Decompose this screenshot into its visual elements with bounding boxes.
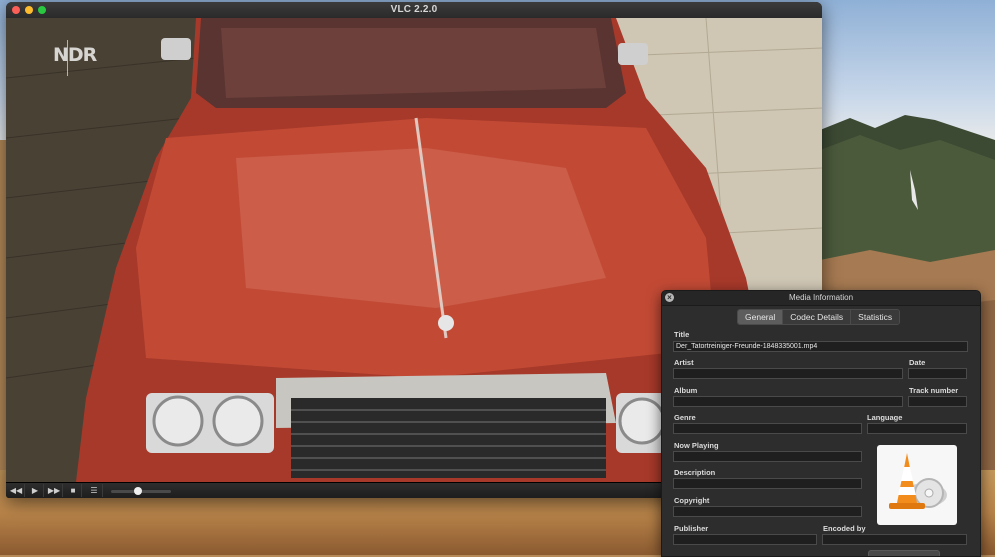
description-field[interactable]: [673, 478, 862, 489]
media-info-tabs: General Codec Details Statistics: [737, 309, 901, 325]
date-label: Date: [909, 358, 926, 367]
seek-knob[interactable]: [134, 487, 142, 495]
media-info-title: Media Information: [788, 293, 854, 302]
now-playing-label: Now Playing: [674, 441, 719, 450]
playlist-icon: ☰: [90, 486, 98, 495]
track-number-field[interactable]: [908, 396, 967, 407]
album-field[interactable]: [673, 396, 903, 407]
tab-codec-details[interactable]: Codec Details: [783, 310, 852, 324]
title-label: Title: [674, 330, 690, 339]
copyright-field[interactable]: [673, 506, 862, 517]
stop-button[interactable]: ■: [65, 484, 82, 497]
vlc-titlebar[interactable]: VLC 2.2.0: [6, 2, 822, 19]
vlc-cone-icon: [889, 453, 947, 509]
language-field[interactable]: [867, 423, 967, 434]
fast-forward-icon: ▶▶: [47, 486, 61, 495]
channel-logo-divider: [67, 40, 68, 76]
copyright-label: Copyright: [674, 496, 710, 505]
encoded-by-field[interactable]: [822, 534, 967, 545]
artwork-image[interactable]: [877, 445, 957, 525]
tab-statistics[interactable]: Statistics: [851, 310, 900, 324]
rewind-button[interactable]: ◀◀: [8, 484, 25, 497]
album-label: Album: [674, 386, 698, 395]
description-label: Description: [674, 468, 716, 477]
media-info-titlebar[interactable]: × Media Information: [662, 291, 980, 306]
playlist-button[interactable]: ☰: [86, 484, 103, 497]
title-field[interactable]: Der_Tatortreiniger-Freunde-1848335001.mp…: [673, 341, 968, 352]
play-icon: ▶: [31, 486, 39, 495]
language-label: Language: [867, 413, 903, 422]
save-metadata-button[interactable]: [868, 550, 940, 556]
rewind-icon: ◀◀: [9, 486, 23, 495]
channel-logo: NDR: [53, 44, 97, 66]
media-information-panel: × Media Information General Codec Detail…: [661, 290, 981, 557]
artist-field[interactable]: [673, 368, 903, 379]
genre-field[interactable]: [673, 423, 862, 434]
track-number-label: Track number: [909, 386, 959, 395]
genre-label: Genre: [674, 413, 696, 422]
tab-general[interactable]: General: [738, 310, 784, 324]
publisher-field[interactable]: [673, 534, 817, 545]
vlc-window-title: VLC 2.2.0: [390, 4, 438, 15]
artist-label: Artist: [674, 358, 694, 367]
now-playing-field[interactable]: [673, 451, 862, 462]
stop-icon: ■: [70, 486, 76, 495]
date-field[interactable]: [908, 368, 967, 379]
publisher-label: Publisher: [674, 524, 709, 533]
fast-forward-button[interactable]: ▶▶: [46, 484, 63, 497]
encoded-by-label: Encoded by: [823, 524, 866, 533]
play-button[interactable]: ▶: [27, 484, 44, 497]
